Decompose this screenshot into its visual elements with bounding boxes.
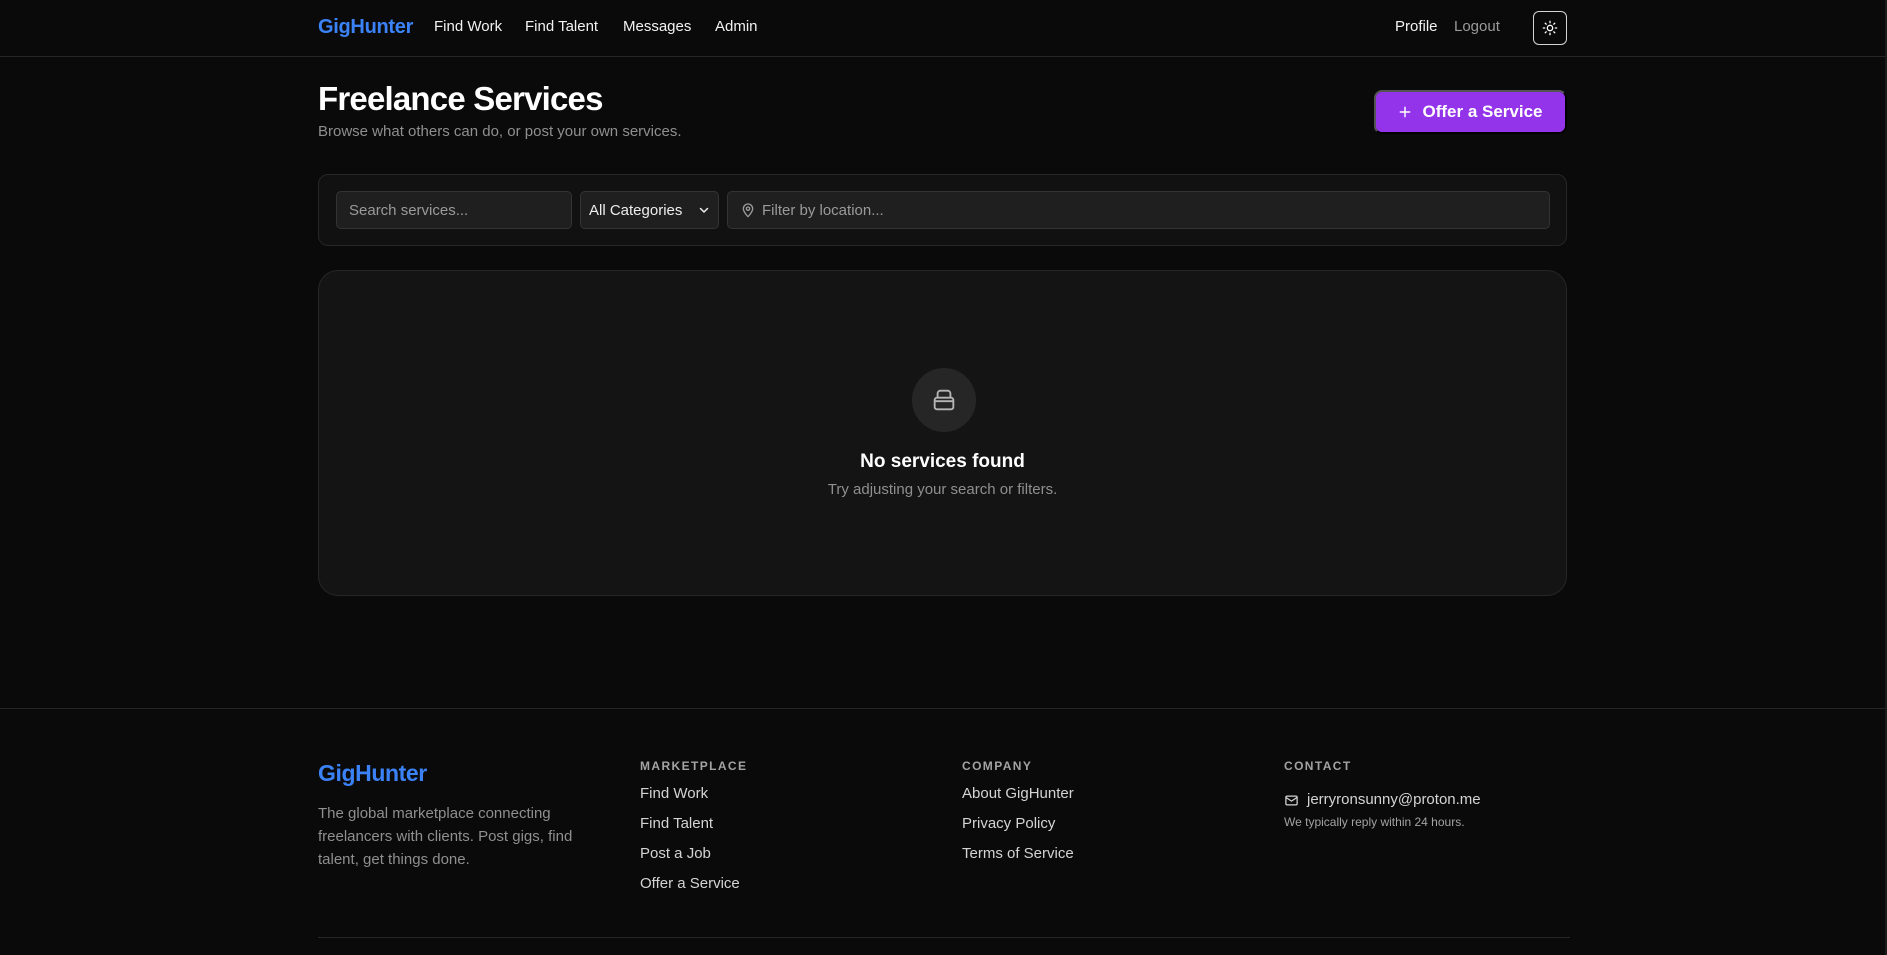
- footer-heading-company: COMPANY: [962, 759, 1033, 773]
- top-navbar: GigHunter Find Work Find Talent Messages…: [0, 0, 1885, 57]
- nav-logout[interactable]: Logout: [1454, 18, 1500, 35]
- location-input[interactable]: [762, 192, 1542, 228]
- empty-state-title: No services found: [860, 451, 1025, 472]
- offer-service-label: Offer a Service: [1422, 102, 1543, 121]
- footer-contact: CONTACT jerryronsunny@proton.me We typic…: [1284, 759, 1481, 829]
- footer-heading-marketplace: MARKETPLACE: [640, 759, 748, 773]
- nav-find-talent[interactable]: Find Talent: [525, 18, 598, 35]
- footer: GigHunter The global marketplace connect…: [0, 708, 1885, 955]
- footer-tagline: The global marketplace connecting freela…: [318, 805, 573, 868]
- footer-divider: [318, 937, 1570, 938]
- category-selected-value: All Categories: [589, 201, 683, 219]
- search-input[interactable]: [336, 191, 572, 229]
- footer-link-find-talent[interactable]: Find Talent: [640, 815, 747, 845]
- footer-link-offer-service[interactable]: Offer a Service: [640, 875, 747, 905]
- footer-link-find-work[interactable]: Find Work: [640, 785, 747, 815]
- nav-admin[interactable]: Admin: [715, 18, 758, 35]
- footer-brand[interactable]: GigHunter: [318, 760, 427, 787]
- contact-email[interactable]: jerryronsunny@proton.me: [1307, 791, 1481, 809]
- brand-logo[interactable]: GigHunter: [318, 16, 413, 39]
- chevron-down-icon: [699, 207, 709, 213]
- location-filter: [727, 191, 1550, 229]
- empty-state-icon-wrap: [912, 368, 976, 432]
- footer-link-post-job[interactable]: Post a Job: [640, 845, 747, 875]
- page-title: Freelance Services: [318, 80, 603, 117]
- offer-service-button[interactable]: Offer a Service: [1374, 90, 1567, 134]
- nav-profile[interactable]: Profile: [1395, 18, 1438, 35]
- footer-link-privacy[interactable]: Privacy Policy: [962, 815, 1074, 845]
- inbox-icon: [933, 389, 955, 411]
- footer-link-terms[interactable]: Terms of Service: [962, 845, 1074, 875]
- plus-icon: [1400, 106, 1411, 118]
- map-pin-icon: [742, 203, 754, 218]
- footer-link-about[interactable]: About GigHunter: [962, 785, 1074, 815]
- footer-company: COMPANY About GigHunter Privacy Policy T…: [962, 759, 1074, 875]
- page: GigHunter Find Work Find Talent Messages…: [0, 0, 1887, 955]
- mail-icon: [1285, 795, 1298, 805]
- contact-note: We typically reply within 24 hours.: [1284, 815, 1465, 829]
- nav-find-work[interactable]: Find Work: [434, 18, 502, 35]
- footer-heading-contact: CONTACT: [1284, 759, 1352, 773]
- filter-bar: All Categories: [318, 174, 1567, 246]
- nav-messages[interactable]: Messages: [623, 18, 691, 35]
- category-select[interactable]: All Categories: [580, 191, 719, 229]
- contact-email-row[interactable]: jerryronsunny@proton.me: [1284, 785, 1481, 815]
- sun-icon: [1542, 20, 1558, 36]
- empty-state-hint: Try adjusting your search or filters.: [827, 481, 1058, 498]
- footer-marketplace: MARKETPLACE Find Work Find Talent Post a…: [640, 759, 747, 905]
- empty-state-card: No services found Try adjusting your sea…: [318, 270, 1567, 596]
- theme-toggle-button[interactable]: [1533, 11, 1567, 45]
- page-subtitle: Browse what others can do, or post your …: [318, 123, 682, 140]
